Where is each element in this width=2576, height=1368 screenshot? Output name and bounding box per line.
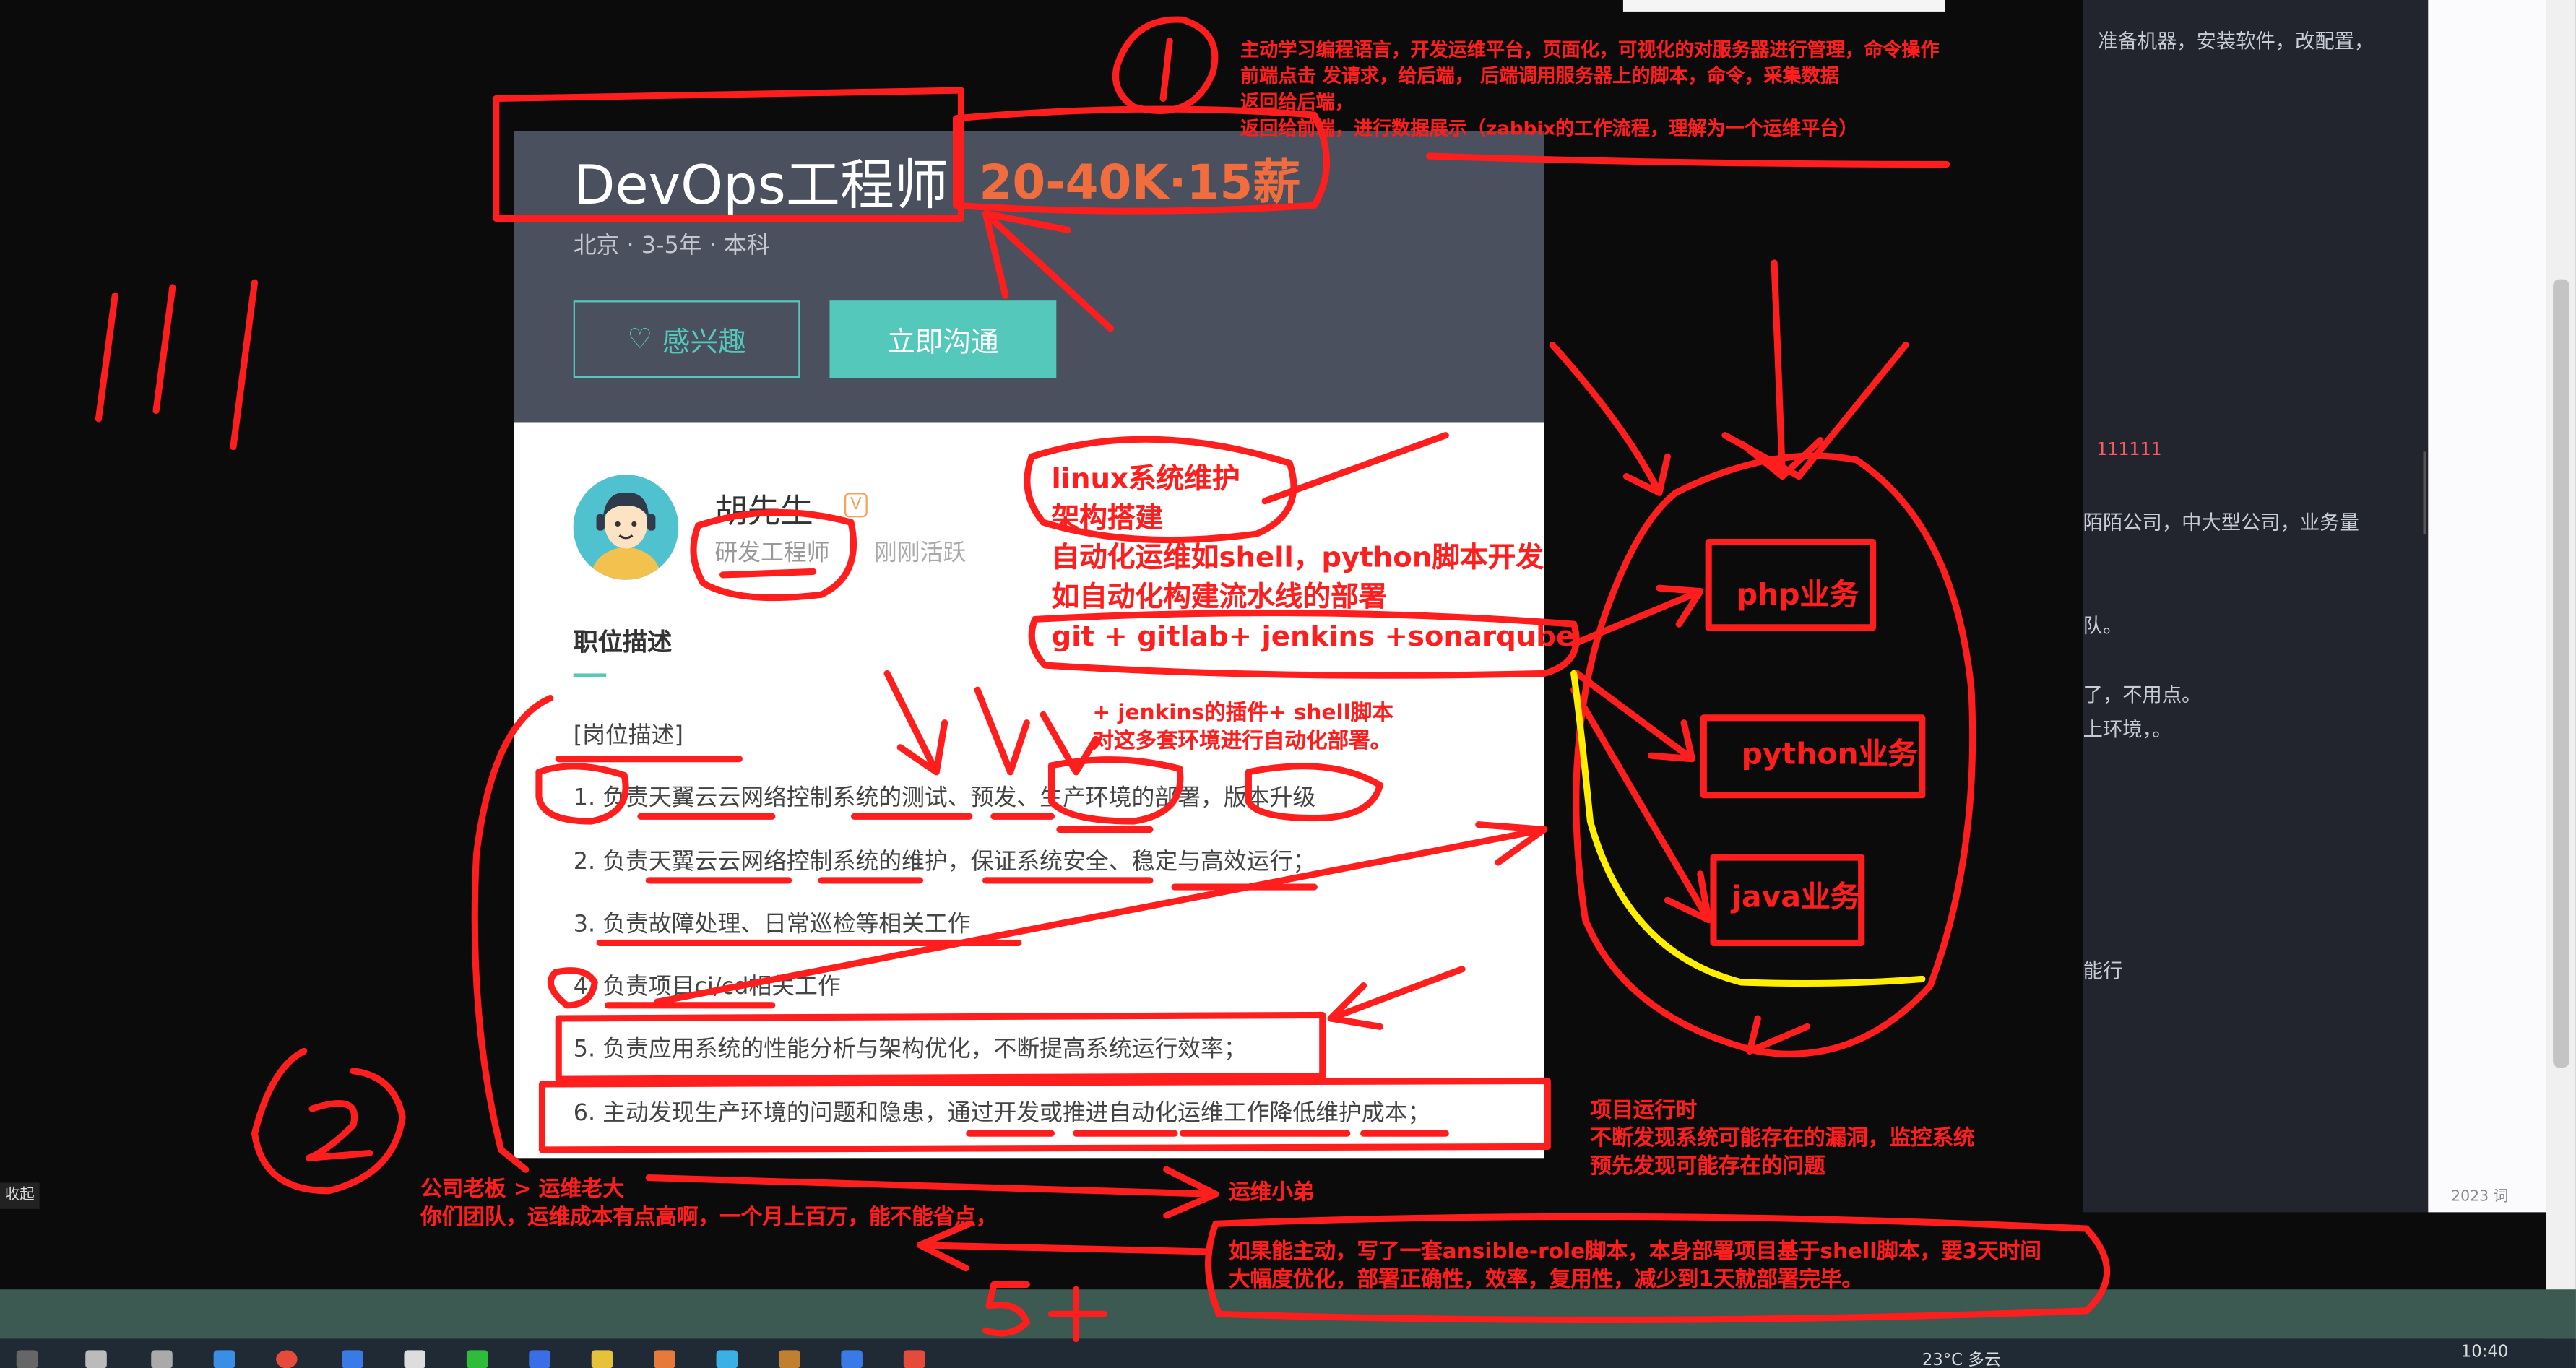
annotation-top-note: 主动学习编程语言，开发运维平台，页面化，可视化的对服务器进行管理，命令操作 前端… (1240, 38, 1940, 140)
annotation-ink-layer (95, 16, 2111, 1343)
annotation-boss-note: 公司老板 > 运维老大 你们团队，运维成本有点高啊，一个月上百万，能不能省点， (420, 1177, 998, 1231)
annotation-skills: linux系统维护 架构搭建 自动化运维如shell，python脚本开发 如自… (1051, 463, 1576, 654)
java-business-box: java业务 (1732, 880, 1860, 915)
annotation-jenkins-note: + jenkins的插件+ shell脚本 对这多套环境进行自动化部署。 (1092, 701, 1393, 754)
python-business-box: python业务 (1741, 737, 1918, 772)
screen: 准备机器，安装软件，改配置， 陌陌公司，中大型公司，业务量 队。 了，不用点。 … (0, 0, 2576, 1368)
annotation-ansible-note: 如果能主动，写了一套ansible-role脚本，本身部署项目基于shell脚本… (1229, 1240, 2041, 1293)
annotation-junior: 运维小弟 (1229, 1181, 1315, 1206)
annotation-runtime-note: 项目运行时 不断发现系统可能存在的漏洞，监控系统 预先发现可能存在的问题 (1590, 1099, 1975, 1179)
php-business-box: php业务 (1736, 578, 1859, 613)
